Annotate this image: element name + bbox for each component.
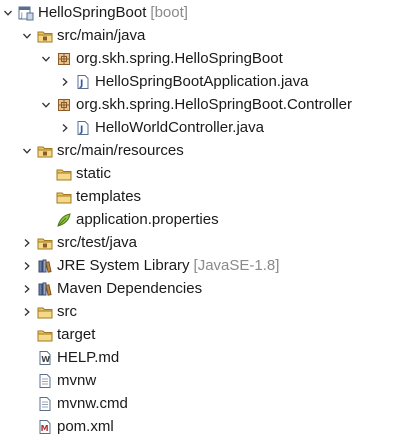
tree-item-application-properties[interactable]: application.properties: [40, 208, 219, 231]
source-folder-icon: [37, 235, 53, 251]
tree-item-mvnw[interactable]: mvnw: [21, 369, 96, 392]
tree-item-label: src: [57, 303, 77, 320]
tree-item-src-test-java[interactable]: src/test/java: [21, 231, 137, 254]
tree-item-label: HELP.md: [57, 349, 120, 366]
maven-pom-icon: M: [37, 419, 53, 435]
folder-icon: [37, 304, 53, 320]
java-file-icon: J: [75, 74, 91, 90]
tree-item-label: static: [76, 165, 112, 182]
project-explorer-tree: J HelloSpringBoot [boot] src/main/java org.s…: [0, 0, 403, 435]
svg-text:M: M: [41, 424, 49, 433]
chevron-down-icon[interactable]: [40, 47, 52, 70]
tree-item-label: application.properties: [76, 211, 219, 228]
svg-text:J: J: [79, 125, 83, 135]
tree-item-target[interactable]: target: [21, 323, 95, 346]
tree-item-label: src/main/resources: [57, 142, 184, 159]
tree-item-org-skh-spring-hellospringboot-controller[interactable]: org.skh.spring.HelloSpringBoot.Controlle…: [40, 93, 352, 116]
tree-item-label: org.skh.spring.HelloSpringBoot.Controlle…: [76, 96, 352, 113]
chevron-down-icon[interactable]: [40, 93, 52, 116]
markdown-file-icon: W: [37, 350, 53, 366]
tree-item-label: Maven Dependencies: [57, 280, 203, 297]
tree-item-label: org.skh.spring.HelloSpringBoot: [76, 50, 283, 67]
properties-file-icon: [56, 212, 72, 228]
file-icon: [37, 396, 53, 412]
tree-item-static[interactable]: static: [40, 162, 111, 185]
tree-item-label: mvnw.cmd: [57, 395, 128, 412]
tree-item-org-skh-spring-hellospringboot[interactable]: org.skh.spring.HelloSpringBoot: [40, 47, 283, 70]
source-folder-icon: [37, 28, 53, 44]
tree-item-jre-system-library[interactable]: JRE System Library [JavaSE-1.8]: [21, 254, 279, 277]
java-file-icon: J: [75, 120, 91, 136]
tree-item-hellospringbootapplication-java[interactable]: J HelloSpringBootApplication.java: [59, 70, 308, 93]
tree-item-label: target: [57, 326, 96, 343]
chevron-down-icon[interactable]: [21, 24, 33, 47]
tree-item-src[interactable]: src: [21, 300, 77, 323]
svg-text:W: W: [41, 355, 50, 364]
chevron-down-icon[interactable]: [21, 139, 33, 162]
chevron-right-icon[interactable]: [21, 300, 33, 323]
tree-item-label: src/main/java: [57, 27, 146, 44]
folder-icon: [56, 166, 72, 182]
tree-item-helloworldcontroller-java[interactable]: J HelloWorldController.java: [59, 116, 264, 139]
tree-item-maven-dependencies[interactable]: Maven Dependencies: [21, 277, 202, 300]
tree-item-mvnw-cmd[interactable]: mvnw.cmd: [21, 392, 128, 415]
svg-text:J: J: [20, 12, 23, 19]
tree-item-label: HelloWorldController.java: [95, 119, 264, 136]
tree-item-hellospringboot[interactable]: J HelloSpringBoot [boot]: [2, 1, 188, 24]
tree-item-label: templates: [76, 188, 142, 205]
svg-text:J: J: [79, 79, 83, 89]
package-icon: [56, 51, 72, 67]
folder-icon: [56, 189, 72, 205]
tree-item-pom-xml[interactable]: Mpom.xml: [21, 415, 114, 435]
tree-item-src-main-resources[interactable]: src/main/resources: [21, 139, 184, 162]
tree-item-src-main-java[interactable]: src/main/java: [21, 24, 145, 47]
chevron-right-icon[interactable]: [21, 231, 33, 254]
tree-item-decoration: [JavaSE-1.8]: [193, 257, 280, 274]
tree-item-label: HelloSpringBootApplication.java: [95, 73, 309, 90]
chevron-right-icon[interactable]: [21, 277, 33, 300]
chevron-right-icon[interactable]: [21, 254, 33, 277]
tree-item-label: src/test/java: [57, 234, 138, 251]
library-icon: [37, 258, 53, 274]
tree-item-help-md[interactable]: W HELP.md: [21, 346, 119, 369]
folder-icon: [37, 327, 53, 343]
project-icon: J: [18, 5, 34, 21]
tree-item-label: HelloSpringBoot: [38, 4, 147, 21]
tree-item-label: mvnw: [57, 372, 97, 389]
file-icon: [37, 373, 53, 389]
tree-item-label: pom.xml: [57, 418, 114, 435]
tree-item-templates[interactable]: templates: [40, 185, 141, 208]
chevron-right-icon[interactable]: [59, 70, 71, 93]
library-icon: [37, 281, 53, 297]
package-icon: [56, 97, 72, 113]
source-folder-icon: [37, 143, 53, 159]
chevron-down-icon[interactable]: [2, 1, 14, 24]
tree-item-label: JRE System Library: [57, 257, 190, 274]
tree-item-decoration: [boot]: [150, 4, 188, 21]
chevron-right-icon[interactable]: [59, 116, 71, 139]
